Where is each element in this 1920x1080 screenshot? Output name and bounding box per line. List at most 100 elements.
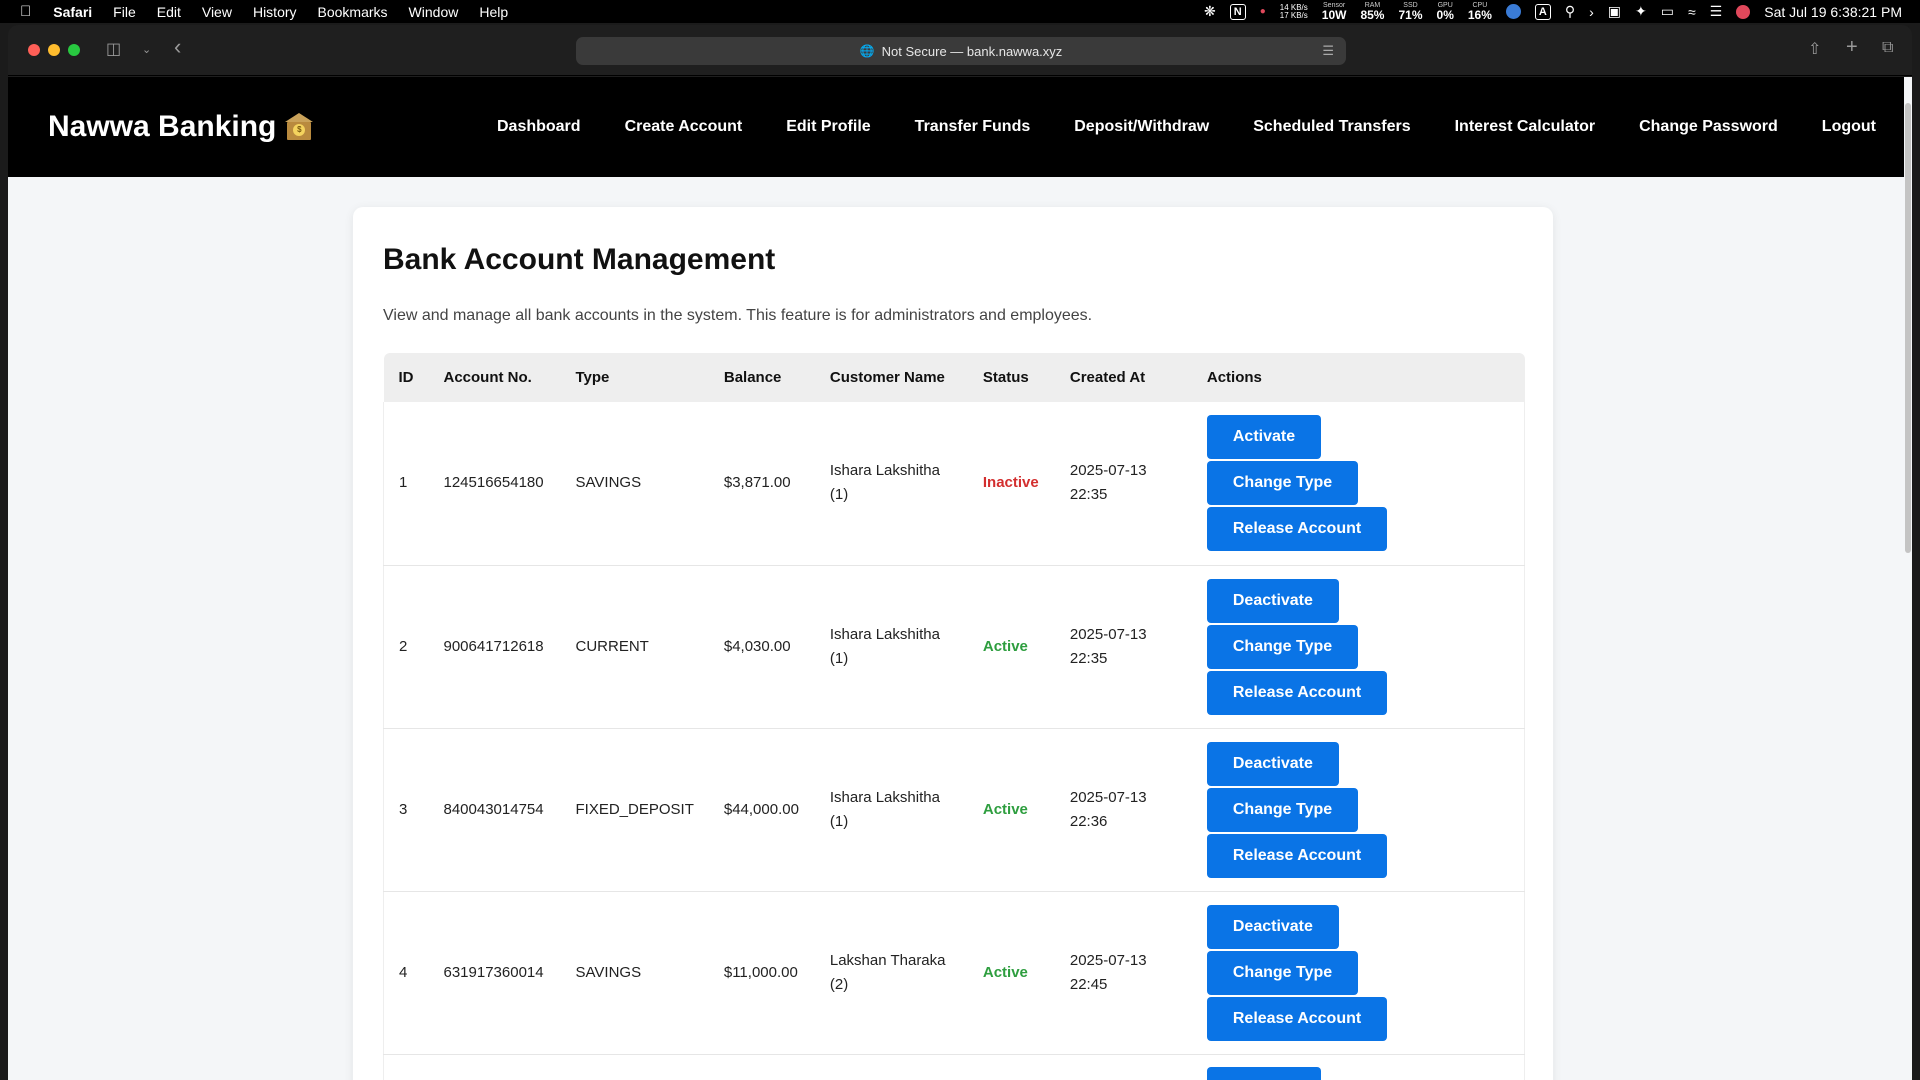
cell-type: SAVINGS (575, 963, 642, 981)
status-badge: Active (982, 963, 1028, 981)
nav-scheduled-transfers[interactable]: Scheduled Transfers (1253, 118, 1410, 136)
nav-create-account[interactable]: Create Account (625, 118, 743, 136)
status-dots-icon[interactable]: ● (1260, 6, 1266, 17)
created-date: 2025-07-13 (1069, 788, 1147, 806)
cell-status: Inactive (968, 402, 1055, 565)
activate-button[interactable]: Activate (1206, 415, 1322, 460)
deactivate-button[interactable]: Deactivate (1206, 741, 1339, 786)
created-time: 22:35 (1069, 649, 1108, 667)
brand-logo[interactable]: Nawwa Banking $ (48, 110, 314, 144)
change-type-button[interactable]: Change Type (1206, 624, 1359, 669)
menu-history[interactable]: History (253, 4, 297, 20)
sidebar-toggle-icon[interactable]: ◫ (106, 39, 121, 59)
cell-status: Active (968, 891, 1055, 1054)
back-icon[interactable]: ‹ (174, 34, 181, 60)
cell-id: 1 (399, 474, 408, 492)
web-page: Nawwa Banking $ Dashboard Create Account… (8, 77, 1904, 1080)
nav-change-password[interactable]: Change Password (1639, 118, 1778, 136)
nav-edit-profile[interactable]: Edit Profile (786, 118, 870, 136)
gpu-stat[interactable]: GPU 0% (1437, 2, 1454, 21)
net-down-value: 17 KB/s (1279, 10, 1308, 20)
chevron-down-icon[interactable]: ⌄ (142, 43, 151, 56)
cpu-stat[interactable]: CPU 16% (1468, 2, 1492, 21)
app-icon[interactable]: ✦ (1635, 3, 1647, 20)
release-account-button[interactable]: Release Account (1206, 507, 1388, 552)
reader-mode-icon[interactable]: ☰ (1322, 43, 1334, 59)
new-tab-icon[interactable]: + (1846, 36, 1858, 59)
nav-deposit-withdraw[interactable]: Deposit/Withdraw (1074, 118, 1209, 136)
input-source-icon[interactable]: A (1534, 3, 1551, 20)
cell-balance: $3,871.00 (723, 474, 791, 492)
nav-dashboard[interactable]: Dashboard (497, 118, 581, 136)
menu-app-safari[interactable]: Safari (53, 4, 92, 20)
header-created-at: Created At (1069, 369, 1146, 386)
cell-customer-name: Ishara Lakshitha (1) (815, 402, 968, 565)
sensor-stat[interactable]: Sensor 10W (1322, 2, 1347, 21)
nav-transfer-funds[interactable]: Transfer Funds (915, 118, 1031, 136)
menu-edit[interactable]: Edit (157, 4, 181, 20)
header-type: Type (575, 369, 610, 386)
cell-created-at: 2025-07-13 22:36 (1055, 728, 1192, 891)
apple-icon[interactable]:  (20, 3, 31, 20)
page-description: View and manage all bank accounts in the… (383, 307, 1093, 324)
zoom-window-button[interactable] (68, 44, 80, 56)
menu-file[interactable]: File (113, 4, 136, 20)
gpu-value: 0% (1436, 8, 1454, 22)
cell-id: 4 (399, 963, 408, 981)
notion-icon[interactable]: N (1229, 3, 1246, 20)
url-text: Not Secure — bank.nawwa.xyz (881, 43, 1063, 59)
share-icon[interactable]: ⇧ (1808, 39, 1821, 59)
release-account-button[interactable]: Release Account (1206, 996, 1388, 1041)
activate-button[interactable]: Activate (1206, 1066, 1322, 1080)
menu-window[interactable]: Window (409, 4, 459, 20)
created-date: 2025-07-13 (1069, 951, 1147, 969)
deactivate-button[interactable]: Deactivate (1206, 904, 1339, 949)
spotlight-search-icon[interactable]: ⚲ (1565, 3, 1575, 20)
network-stat[interactable]: 14 KB/s 17 KB/s (1279, 3, 1308, 20)
menu-bookmarks[interactable]: Bookmarks (318, 4, 388, 20)
siri-icon[interactable] (1736, 4, 1751, 19)
cell-customer-name: Ishara Lakshitha (1) (815, 565, 968, 728)
menu-view[interactable]: View (202, 4, 232, 20)
openai-icon[interactable]: ❋ (1204, 3, 1216, 20)
deactivate-button[interactable]: Deactivate (1206, 578, 1339, 623)
cell-status: Active (968, 565, 1055, 728)
cpu-value: 16% (1467, 8, 1492, 22)
address-bar[interactable]: 🌐 Not Secure — bank.nawwa.xyz ☰ (576, 37, 1346, 65)
minimize-window-button[interactable] (48, 44, 60, 56)
cell-balance: $11,000.00 (723, 963, 798, 981)
change-type-button[interactable]: Change Type (1206, 950, 1359, 995)
cell-account-no: 124516654180 (443, 474, 544, 492)
chevron-right-icon[interactable]: › (1589, 4, 1594, 20)
page-title: Bank Account Management (383, 243, 776, 276)
customer-id: (1) (829, 486, 849, 504)
menubar-clock[interactable]: Sat Jul 19 6:38:21 PM (1764, 4, 1902, 20)
change-type-button[interactable]: Change Type (1206, 787, 1359, 832)
ram-stat[interactable]: RAM 85% (1360, 2, 1384, 21)
vpn-icon[interactable] (1505, 4, 1521, 19)
scrollbar-thumb[interactable] (1905, 103, 1911, 553)
nav-interest-calculator[interactable]: Interest Calculator (1455, 118, 1595, 136)
nav-logout[interactable]: Logout (1822, 118, 1876, 136)
cell-actions: Activate (1192, 1054, 1525, 1080)
brand-name: Nawwa Banking (48, 110, 277, 143)
safari-window: ◫ ⌄ ‹ 🌐 Not Secure — bank.nawwa.xyz ☰ ⇧ … (8, 25, 1912, 1080)
header-balance: Balance (723, 369, 782, 386)
tab-overview-icon[interactable]: ⧉ (1882, 39, 1893, 57)
wifi-icon[interactable]: ≈ (1688, 4, 1696, 20)
page-scrollbar[interactable] (1904, 77, 1912, 1080)
control-center-icon[interactable]: ☰ (1710, 3, 1723, 20)
change-type-button[interactable]: Change Type (1206, 461, 1359, 506)
release-account-button[interactable]: Release Account (1206, 833, 1388, 878)
customer-id: (1) (829, 812, 849, 830)
created-time: 22:35 (1069, 486, 1108, 504)
cell-created-at: 2025-07-13 22:45 (1055, 891, 1192, 1054)
close-window-button[interactable] (28, 44, 40, 56)
display-icon[interactable]: ▭ (1661, 3, 1674, 20)
ssd-stat[interactable]: SSD 71% (1398, 2, 1422, 21)
release-account-button[interactable]: Release Account (1206, 670, 1388, 715)
calendar-icon[interactable]: ▣ (1608, 3, 1621, 20)
menu-help[interactable]: Help (479, 4, 508, 20)
table-row: 1 124516654180 SAVINGS $3,871.00 Ishara … (383, 402, 1525, 565)
cell-balance: $4,030.00 (723, 637, 791, 655)
